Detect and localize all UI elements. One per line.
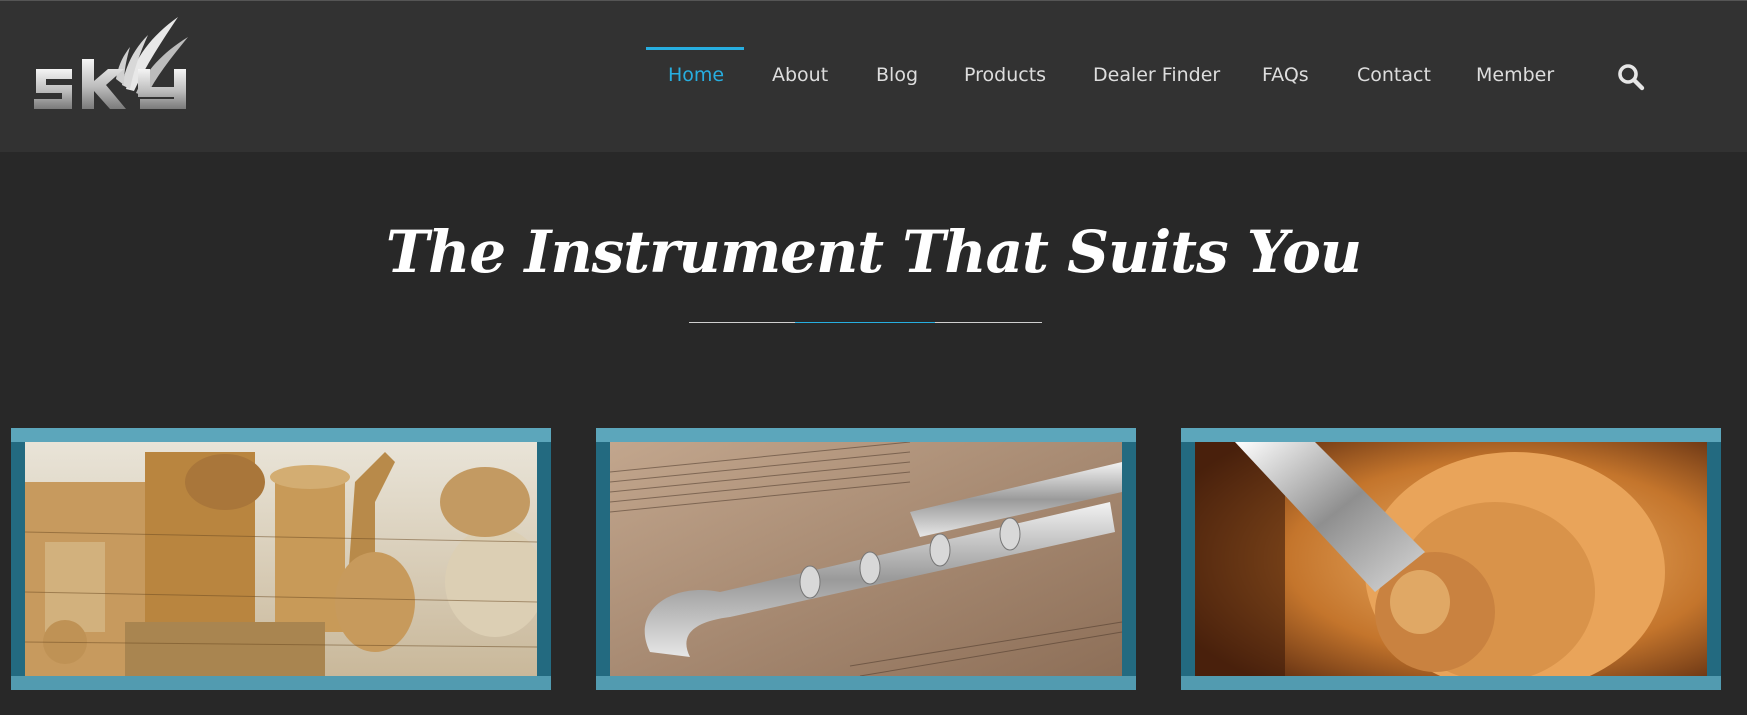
card-frame-bottom (596, 676, 1136, 690)
site-logo[interactable] (30, 9, 210, 119)
nav-contact[interactable]: Contact (1357, 64, 1431, 86)
paper-instruments-image (25, 442, 537, 676)
nav-products[interactable]: Products (964, 64, 1046, 86)
card-frame-bottom (11, 676, 551, 690)
title-divider-accent (795, 322, 935, 323)
search-icon (1618, 64, 1645, 91)
nav-dealer-finder[interactable]: Dealer Finder (1093, 64, 1220, 86)
instrument-card-2[interactable] (596, 428, 1136, 690)
card-frame-top (596, 428, 1136, 442)
nav-blog[interactable]: Blog (876, 64, 918, 86)
nav-member[interactable]: Member (1476, 64, 1554, 86)
card-frame-top (11, 428, 551, 442)
search-button[interactable] (1616, 62, 1646, 92)
sky-logo-mark (34, 17, 188, 109)
hero-title: The Instrument That Suits You (385, 218, 1362, 286)
card-frame-bottom (1181, 676, 1721, 690)
nav-about[interactable]: About (772, 64, 828, 86)
card-frame-top (1181, 428, 1721, 442)
nav-faqs[interactable]: FAQs (1262, 64, 1309, 86)
violin-scroll-image (1195, 442, 1707, 676)
nav-active-indicator (646, 47, 744, 50)
instrument-card-3[interactable] (1181, 428, 1721, 690)
nav-home[interactable]: Home (668, 64, 724, 86)
instrument-card-1[interactable] (11, 428, 551, 690)
flute-image (610, 442, 1122, 676)
